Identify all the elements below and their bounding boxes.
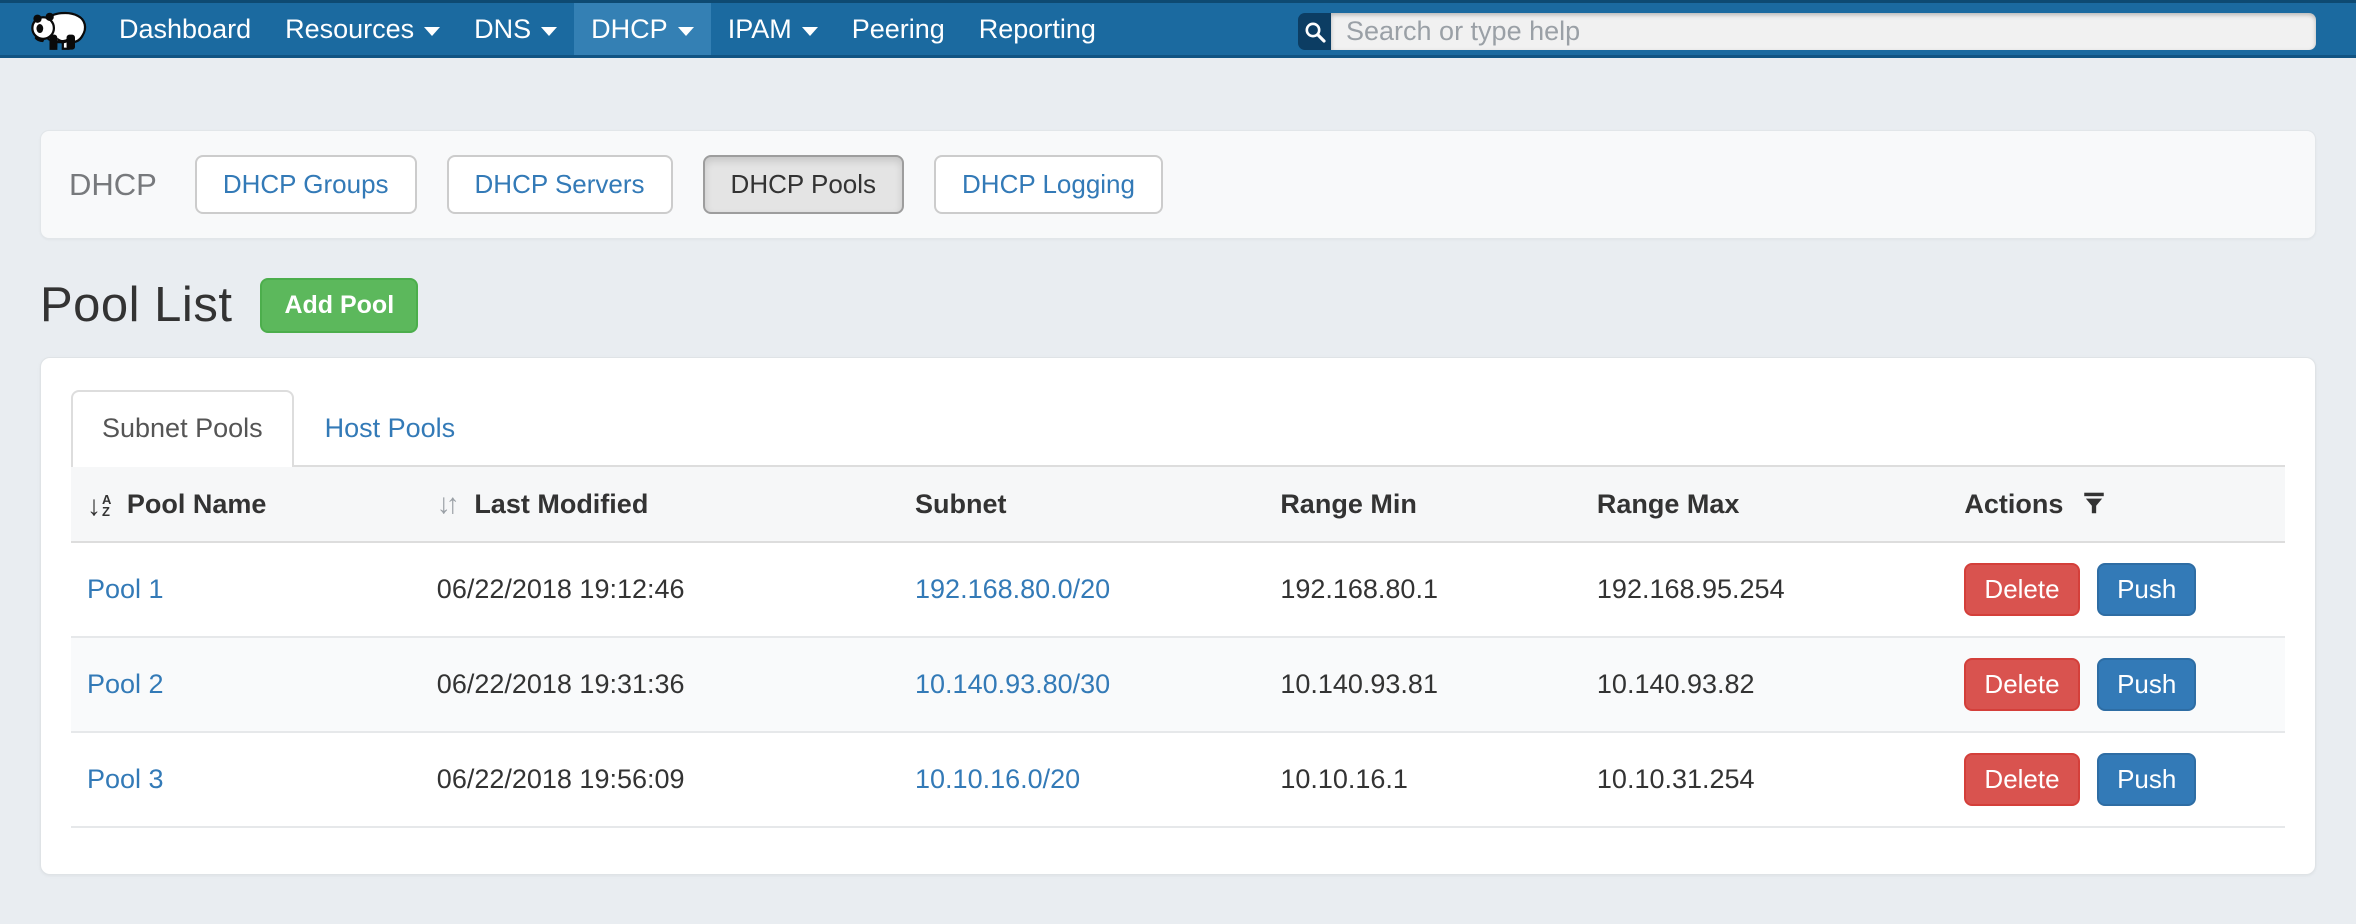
nav-label: Resources: [285, 14, 414, 45]
nav-item-dns[interactable]: DNS: [457, 3, 574, 55]
column-header-range-max[interactable]: Range Max: [1581, 467, 1949, 542]
pool-list-card: Subnet Pools Host Pools ↓AZ Pool Name ↓↑…: [40, 357, 2316, 875]
nav-item-peering[interactable]: Peering: [835, 3, 962, 55]
range-min-cell: 192.168.80.1: [1264, 542, 1581, 637]
delete-button[interactable]: Delete: [1964, 753, 2079, 806]
pool-name-link[interactable]: Pool 3: [87, 764, 164, 794]
add-pool-button[interactable]: Add Pool: [260, 278, 418, 333]
range-min-cell: 10.140.93.81: [1264, 637, 1581, 732]
last-modified-cell: 06/22/2018 19:56:09: [421, 732, 899, 827]
range-max-cell: 10.10.31.254: [1581, 732, 1949, 827]
pool-table: ↓AZ Pool Name ↓↑ Last Modified Subnet Ra…: [71, 467, 2285, 828]
dhcp-pools-button[interactable]: DHCP Pools: [703, 155, 904, 214]
nav-label: DHCP: [591, 14, 668, 45]
sort-both-icon[interactable]: ↓↑: [437, 488, 455, 519]
dhcp-servers-button[interactable]: DHCP Servers: [447, 155, 673, 214]
dhcp-groups-button[interactable]: DHCP Groups: [195, 155, 417, 214]
sort-alpha-desc-icon[interactable]: ↓AZ: [87, 493, 111, 519]
subnet-link[interactable]: 10.140.93.80/30: [915, 669, 1110, 699]
subnet-link[interactable]: 192.168.80.0/20: [915, 574, 1110, 604]
top-navbar: Dashboard Resources DNS DHCP IPAM Peerin…: [0, 0, 2356, 58]
page-title: Pool List: [40, 277, 232, 333]
nav-label: IPAM: [728, 14, 792, 45]
column-header-last-modified[interactable]: ↓↑ Last Modified: [421, 467, 899, 542]
nav-label: DNS: [474, 14, 531, 45]
tab-host-pools[interactable]: Host Pools: [296, 392, 485, 465]
last-modified-cell: 06/22/2018 19:31:36: [421, 637, 899, 732]
column-header-range-min[interactable]: Range Min: [1264, 467, 1581, 542]
nav-label: Dashboard: [119, 14, 251, 45]
nav-item-reporting[interactable]: Reporting: [962, 3, 1113, 55]
range-max-cell: 10.140.93.82: [1581, 637, 1949, 732]
chevron-down-icon: [802, 27, 818, 36]
nav-item-ipam[interactable]: IPAM: [711, 3, 835, 55]
pool-tabs: Subnet Pools Host Pools: [71, 390, 2285, 467]
main-nav: Dashboard Resources DNS DHCP IPAM Peerin…: [102, 3, 1113, 55]
nav-item-dashboard[interactable]: Dashboard: [102, 3, 268, 55]
last-modified-cell: 06/22/2018 19:12:46: [421, 542, 899, 637]
table-row: Pool 1 06/22/2018 19:12:46 192.168.80.0/…: [71, 542, 2285, 637]
table-row: Pool 2 06/22/2018 19:31:36 10.140.93.80/…: [71, 637, 2285, 732]
push-button[interactable]: Push: [2097, 753, 2196, 806]
search-icon[interactable]: [1298, 13, 1331, 50]
global-search: [1298, 13, 2316, 50]
nav-label: Reporting: [979, 14, 1096, 45]
push-button[interactable]: Push: [2097, 563, 2196, 616]
chevron-down-icon: [678, 27, 694, 36]
dhcp-logging-button[interactable]: DHCP Logging: [934, 155, 1163, 214]
nav-item-dhcp[interactable]: DHCP: [574, 3, 711, 55]
nav-item-resources[interactable]: Resources: [268, 3, 457, 55]
dhcp-subnav-panel: DHCP DHCP Groups DHCP Servers DHCP Pools…: [40, 130, 2316, 239]
push-button[interactable]: Push: [2097, 658, 2196, 711]
column-header-actions[interactable]: Actions: [1948, 467, 2285, 542]
page-header: Pool List Add Pool: [40, 277, 2316, 333]
range-max-cell: 192.168.95.254: [1581, 542, 1949, 637]
panda-icon: [30, 6, 90, 52]
table-row: Pool 3 06/22/2018 19:56:09 10.10.16.0/20…: [71, 732, 2285, 827]
pool-name-link[interactable]: Pool 1: [87, 574, 164, 604]
chevron-down-icon: [541, 27, 557, 36]
filter-icon[interactable]: [2081, 490, 2107, 516]
column-header-pool-name[interactable]: ↓AZ Pool Name: [71, 467, 421, 542]
pool-name-link[interactable]: Pool 2: [87, 669, 164, 699]
tab-subnet-pools[interactable]: Subnet Pools: [71, 390, 294, 467]
delete-button[interactable]: Delete: [1964, 658, 2079, 711]
chevron-down-icon: [424, 27, 440, 36]
subnav-title: DHCP: [69, 167, 157, 203]
search-input[interactable]: [1331, 13, 2316, 50]
logo[interactable]: [0, 3, 102, 55]
delete-button[interactable]: Delete: [1964, 563, 2079, 616]
table-header-row: ↓AZ Pool Name ↓↑ Last Modified Subnet Ra…: [71, 467, 2285, 542]
subnet-link[interactable]: 10.10.16.0/20: [915, 764, 1080, 794]
column-header-subnet[interactable]: Subnet: [899, 467, 1264, 542]
range-min-cell: 10.10.16.1: [1264, 732, 1581, 827]
nav-label: Peering: [852, 14, 945, 45]
